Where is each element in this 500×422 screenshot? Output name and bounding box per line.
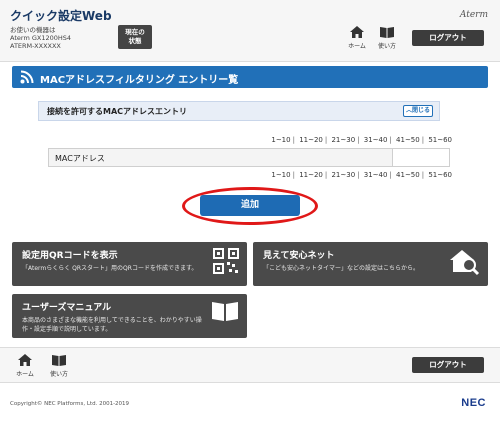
current-status-button[interactable]: 現在の 状態 — [118, 25, 152, 49]
book-icon — [380, 27, 394, 38]
home-icon — [18, 354, 32, 366]
footer-logout-button[interactable]: ログアウト — [412, 357, 484, 373]
pager-link[interactable]: 1~10 — [271, 136, 290, 144]
qr-code-icon — [213, 248, 239, 274]
home-icon — [350, 26, 364, 38]
footer-help-label: 使い方 — [49, 371, 68, 378]
device-label: お使いの機器は — [10, 26, 56, 34]
home-nav[interactable]: ホーム — [344, 26, 370, 50]
safety-card-desc: 「こども安心ネットタイマー」などの設定はこちらから。 — [263, 265, 420, 272]
safety-net-card[interactable]: 見えて安心ネット 「こども安心ネットタイマー」などの設定はこちらから。 — [253, 242, 488, 286]
brand-logo: Aterm — [459, 10, 488, 20]
footer-nav: ホーム 使い方 ログアウト — [0, 347, 500, 383]
section-header: 接続を許可するMACアドレスエントリ ︿閉じる — [38, 101, 440, 121]
pager-link[interactable]: 21~30 — [331, 171, 355, 179]
pager-link[interactable]: 51~60 — [428, 171, 452, 179]
status-button-line1: 現在の — [125, 28, 145, 36]
qr-card-title: 設定用QRコードを表示 — [22, 251, 118, 261]
wifi-icon — [20, 70, 34, 84]
copyright: Copyright© NEC Platforms, Ltd. 2001-2019 — [10, 401, 130, 407]
qr-card-desc: 「Atermらくらく QRスタート」用のQRコードを作成できます。 — [22, 265, 198, 272]
qr-code-card[interactable]: 設定用QRコードを表示 「Atermらくらく QRスタート」用のQRコードを作成… — [12, 242, 247, 286]
pager-bottom: 1~10 | 11~20 | 21~30 | 31~40 | 41~50 | 51~60 — [271, 171, 452, 179]
mac-column-header: MACアドレス — [49, 149, 393, 166]
footer-home-nav[interactable]: ホーム — [12, 354, 38, 378]
pager-link[interactable]: 41~50 — [396, 136, 420, 144]
header: クイック設定Web お使いの機器は Aterm GX1200HS4 ATERM-… — [0, 0, 500, 62]
help-label: 使い方 — [377, 43, 396, 50]
device-name: ATERM-XXXXXX — [10, 42, 61, 50]
manual-card-desc-line1: 本商品のさまざまな機能を利用してできることを、わかりやすい操 — [22, 317, 202, 324]
page-title: MACアドレスフィルタリング エントリー覧 — [40, 75, 239, 86]
house-search-icon — [450, 250, 480, 276]
status-button-line2: 状態 — [128, 37, 142, 45]
open-book-icon — [212, 302, 238, 321]
mac-address-table: MACアドレス — [48, 148, 450, 167]
user-manual-card[interactable]: ユーザーズマニュアル 本商品のさまざまな機能を利用してできることを、わかりやすい… — [12, 294, 247, 338]
pager-link[interactable]: 11~20 — [299, 136, 323, 144]
footer-help-nav[interactable]: 使い方 — [46, 354, 72, 378]
page-title-bar: MACアドレスフィルタリング エントリー覧 — [12, 66, 488, 88]
pager-link[interactable]: 11~20 — [299, 171, 323, 179]
add-button[interactable]: 追加 — [200, 195, 300, 216]
pager-link[interactable]: 21~30 — [331, 136, 355, 144]
close-section-button[interactable]: ︿閉じる — [403, 105, 433, 117]
book-icon — [52, 355, 66, 366]
manual-card-desc: 本商品のさまざまな機能を利用してできることを、わかりやすい操 作・設定手順で説明… — [22, 316, 202, 334]
pager-link[interactable]: 31~40 — [364, 136, 388, 144]
pager-link[interactable]: 1~10 — [271, 171, 290, 179]
home-label: ホーム — [348, 43, 366, 50]
section-title: 接続を許可するMACアドレスエントリ — [47, 107, 188, 116]
manual-card-desc-line2: 作・設定手順で説明しています。 — [22, 326, 112, 333]
pager-link[interactable]: 31~40 — [364, 171, 388, 179]
pager-top: 1~10 | 11~20 | 21~30 | 31~40 | 41~50 | 51~60 — [271, 136, 452, 144]
manual-card-title: ユーザーズマニュアル — [22, 303, 112, 313]
app-title: クイック設定Web — [10, 9, 112, 23]
device-info: お使いの機器は Aterm GX1200HS4 ATERM-XXXXXX — [10, 26, 71, 50]
pager-link[interactable]: 41~50 — [396, 171, 420, 179]
help-nav[interactable]: 使い方 — [374, 26, 400, 50]
device-model: Aterm GX1200HS4 — [10, 34, 72, 42]
close-label: 閉じる — [412, 107, 431, 114]
footer-home-label: ホーム — [16, 371, 34, 378]
pager-link[interactable]: 51~60 — [428, 136, 452, 144]
safety-card-title: 見えて安心ネット — [263, 251, 335, 261]
logout-button[interactable]: ログアウト — [412, 30, 484, 46]
nec-logo: NEC — [461, 397, 486, 409]
